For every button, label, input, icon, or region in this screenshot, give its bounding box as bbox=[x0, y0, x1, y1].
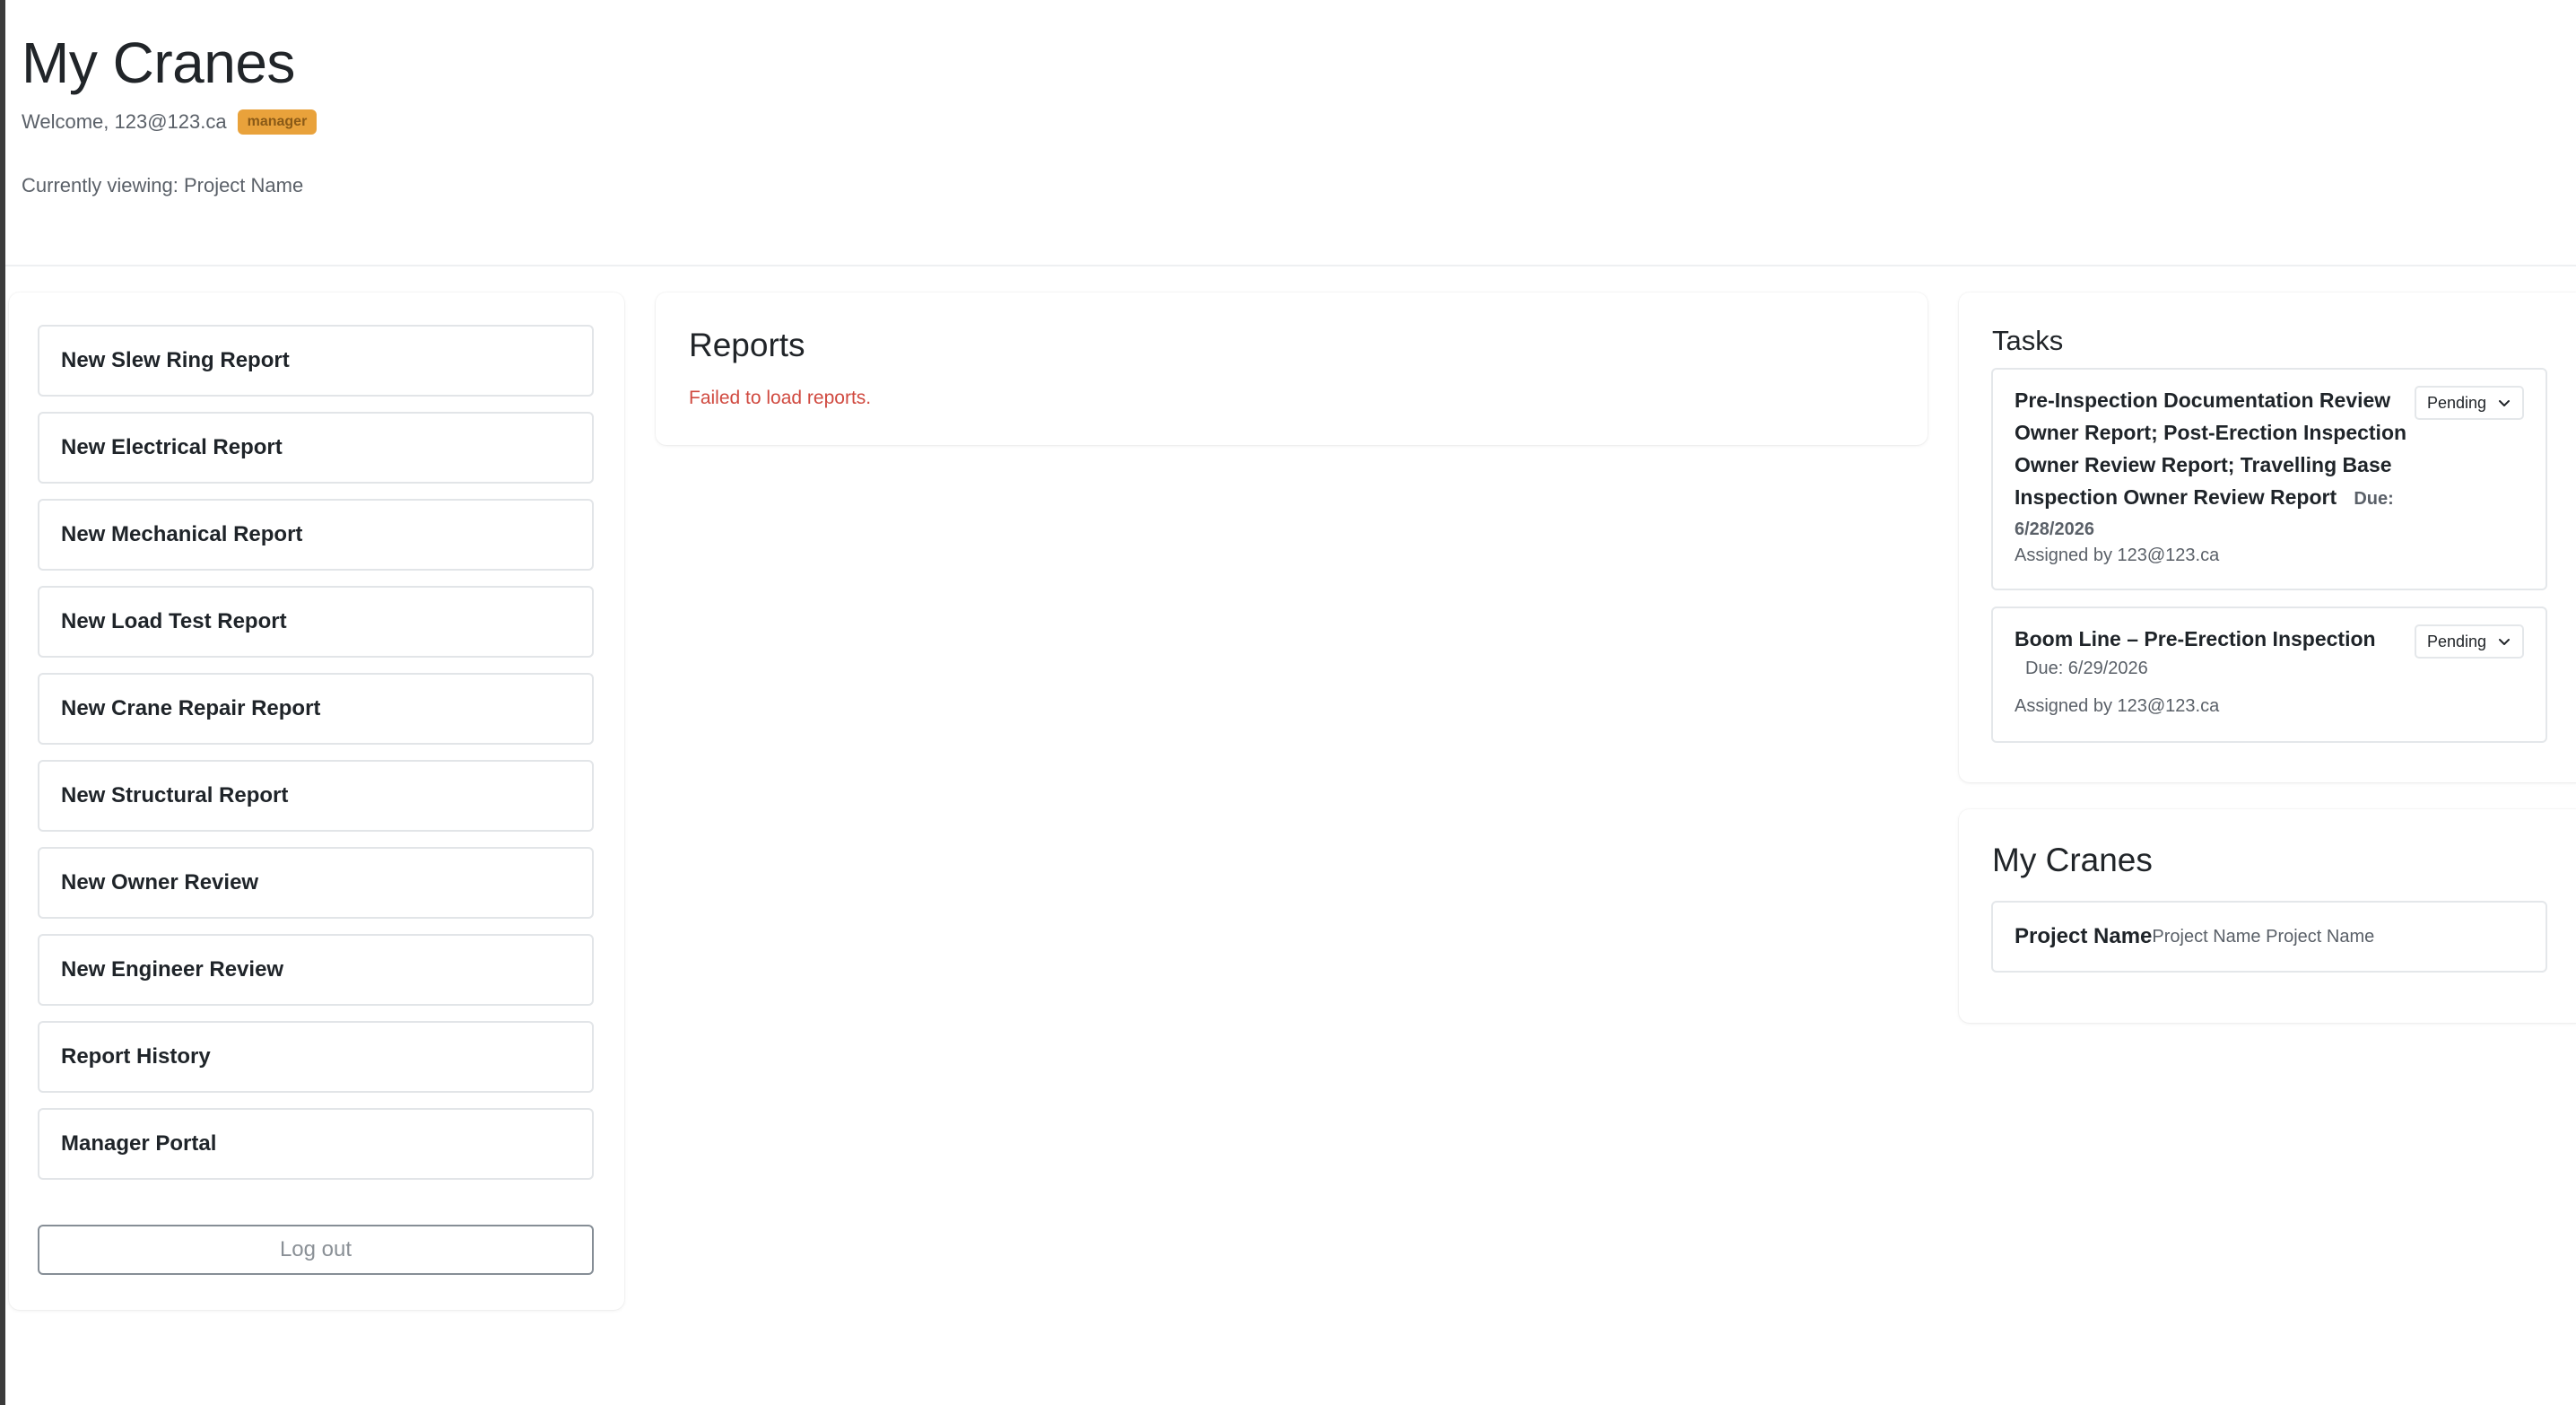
welcome-row: Welcome, 123@123.ca manager bbox=[22, 109, 318, 135]
crane-list-item[interactable]: Project Name Project Name Project Name bbox=[1991, 901, 2547, 973]
task-due-date: 6/28/2026 bbox=[2015, 519, 2094, 539]
sidebar-card: New Slew Ring Report New Electrical Repo… bbox=[9, 292, 624, 1310]
task-assigned-by: Assigned by 123@123.ca bbox=[2015, 696, 2220, 716]
new-engineer-review-button[interactable]: New Engineer Review bbox=[38, 934, 594, 1006]
current-project-text: Currently viewing: Project Name bbox=[22, 174, 304, 196]
my-cranes-title: My Cranes bbox=[1992, 842, 2153, 878]
task-due-date: Due: 6/29/2026 bbox=[2025, 659, 2148, 678]
task-assigned-by: Assigned by 123@123.ca bbox=[2015, 545, 2220, 565]
crane-name: Project Name bbox=[2015, 924, 2153, 948]
chevron-down-icon bbox=[2499, 400, 2510, 406]
tasks-title: Tasks bbox=[1992, 325, 2064, 356]
task-status-select[interactable]: Pending bbox=[2415, 624, 2524, 659]
reports-card: Reports Failed to load reports. bbox=[656, 292, 1928, 445]
crane-detail: Project Name Project Name bbox=[2152, 926, 2375, 947]
new-structural-report-button[interactable]: New Structural Report bbox=[38, 760, 594, 832]
manager-portal-button[interactable]: Manager Portal bbox=[38, 1108, 594, 1180]
new-load-test-report-button[interactable]: New Load Test Report bbox=[38, 586, 594, 658]
tasks-card: Tasks Pre-Inspection Documentation Revie… bbox=[1959, 292, 2576, 782]
task-title: Boom Line – Pre-Erection Inspection bbox=[2015, 627, 2376, 650]
task-status-select[interactable]: Pending bbox=[2415, 386, 2524, 420]
report-history-button[interactable]: Report History bbox=[38, 1021, 594, 1093]
task-item[interactable]: Pre-Inspection Documentation Review Owne… bbox=[1991, 368, 2547, 590]
my-cranes-card: My Cranes Project Name Project Name Proj… bbox=[1959, 809, 2576, 1023]
new-electrical-report-button[interactable]: New Electrical Report bbox=[38, 412, 594, 484]
reports-title: Reports bbox=[689, 327, 805, 363]
page-header: My Cranes Welcome, 123@123.ca manager Cu… bbox=[22, 27, 318, 197]
logout-button[interactable]: Log out bbox=[38, 1225, 594, 1275]
window-left-edge bbox=[0, 0, 5, 1405]
header-divider bbox=[5, 265, 2576, 266]
new-owner-review-button[interactable]: New Owner Review bbox=[38, 847, 594, 919]
role-badge: manager bbox=[237, 109, 318, 135]
welcome-text: Welcome, 123@123.ca bbox=[22, 110, 227, 133]
new-slew-ring-report-button[interactable]: New Slew Ring Report bbox=[38, 325, 594, 397]
task-status-value: Pending bbox=[2427, 393, 2487, 412]
page-title: My Cranes bbox=[22, 31, 295, 95]
task-title: Pre-Inspection Documentation Review Owne… bbox=[2015, 384, 2406, 544]
new-crane-repair-report-button[interactable]: New Crane Repair Report bbox=[38, 673, 594, 745]
task-due-label: Due: bbox=[2354, 489, 2394, 509]
task-item[interactable]: Boom Line – Pre-Erection Inspection Due:… bbox=[1991, 607, 2547, 743]
chevron-down-icon bbox=[2499, 639, 2510, 645]
task-status-value: Pending bbox=[2427, 632, 2487, 650]
new-mechanical-report-button[interactable]: New Mechanical Report bbox=[38, 499, 594, 571]
reports-error-message: Failed to load reports. bbox=[689, 388, 872, 408]
